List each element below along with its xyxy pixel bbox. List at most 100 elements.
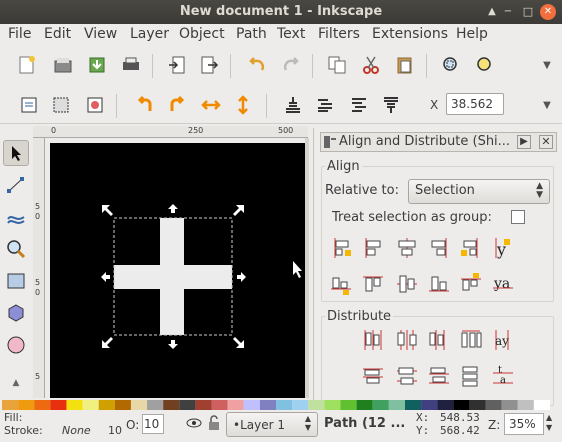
palette-swatch[interactable] <box>2 400 19 410</box>
3d-box-tool-icon[interactable] <box>3 300 29 326</box>
align-right-to-left-icon[interactable] <box>328 235 354 261</box>
distribute-top-edges-icon[interactable] <box>360 363 386 389</box>
toolbox-overflow-icon[interactable]: ▲ <box>3 370 29 396</box>
align-baseline-icon[interactable]: ya <box>490 271 516 297</box>
align-left-icon[interactable] <box>360 235 386 261</box>
palette-swatch[interactable] <box>501 400 518 410</box>
menu-filters[interactable]: Filters <box>318 26 360 42</box>
palette-swatch[interactable] <box>533 400 550 410</box>
menu-object[interactable]: Object <box>179 26 225 42</box>
palette-swatch[interactable] <box>469 400 486 410</box>
zoom-field[interactable]: 35% <box>504 413 544 435</box>
export-icon[interactable] <box>196 52 222 78</box>
distribute-baselines-h-icon[interactable]: ay <box>490 327 516 353</box>
panel-dock-icon[interactable] <box>323 135 337 153</box>
treat-group-checkbox[interactable] <box>511 210 525 224</box>
zoom-tool-icon[interactable] <box>3 236 29 262</box>
close-window-icon[interactable]: ✕ <box>540 4 556 20</box>
raise-icon[interactable] <box>312 92 338 118</box>
plus-shape[interactable] <box>114 218 232 335</box>
palette-swatch[interactable] <box>276 400 293 410</box>
distribute-baselines-v-icon[interactable]: ta <box>490 363 516 389</box>
palette-swatch[interactable] <box>485 400 502 410</box>
palette-swatch[interactable] <box>388 400 405 410</box>
palette-swatch[interactable] <box>437 400 454 410</box>
palette-swatch[interactable] <box>356 400 373 410</box>
menu-view[interactable]: View <box>84 26 117 42</box>
menu-layer[interactable]: Layer <box>130 26 169 42</box>
menu-text[interactable]: Text <box>277 26 305 42</box>
palette-swatch[interactable] <box>421 400 438 410</box>
distribute-right-edges-icon[interactable] <box>426 327 452 353</box>
palette-swatch[interactable] <box>163 400 180 410</box>
undo-icon[interactable] <box>244 52 270 78</box>
palette-swatch[interactable] <box>340 400 357 410</box>
invert-selection-icon[interactable] <box>82 92 108 118</box>
zoom-spinner-icon[interactable]: ▲ ▼ <box>546 413 552 433</box>
select-all-layers-icon[interactable] <box>48 92 74 118</box>
palette-swatch[interactable] <box>98 400 115 410</box>
open-icon[interactable] <box>50 52 76 78</box>
palette-swatch[interactable] <box>195 400 212 410</box>
cut-icon[interactable] <box>358 52 384 78</box>
palette-swatch[interactable] <box>324 400 341 410</box>
panel-close-icon[interactable]: ✕ <box>539 135 553 149</box>
x-coordinate-field[interactable]: 38.562 <box>446 93 504 115</box>
distribute-centers-v-icon[interactable] <box>394 363 420 389</box>
flip-horizontal-icon[interactable] <box>198 92 224 118</box>
palette-swatch[interactable] <box>50 400 67 410</box>
palette-swatch[interactable] <box>372 400 389 410</box>
menu-extensions[interactable]: Extensions <box>372 26 448 42</box>
align-bottom-icon[interactable] <box>426 271 452 297</box>
palette-swatch[interactable] <box>227 400 244 410</box>
lower-icon[interactable] <box>346 92 372 118</box>
distribute-gaps-h-icon[interactable] <box>458 327 484 353</box>
palette-swatch[interactable] <box>453 400 470 410</box>
relative-to-dropdown[interactable]: Selection ▲ ▼ <box>408 179 550 204</box>
palette-swatch[interactable] <box>517 400 534 410</box>
palette-swatch[interactable] <box>66 400 83 410</box>
copy-icon[interactable] <box>324 52 350 78</box>
tweak-tool-icon[interactable] <box>3 204 29 230</box>
save-icon[interactable] <box>84 52 110 78</box>
canvas-scrollbar[interactable] <box>305 138 309 398</box>
zoom-selection-icon[interactable] <box>438 52 464 78</box>
align-top-icon[interactable] <box>360 271 386 297</box>
distribute-gaps-v-icon[interactable] <box>458 363 484 389</box>
align-text-anchor-icon[interactable]: y <box>490 235 516 261</box>
palette-swatch[interactable] <box>259 400 276 410</box>
lock-icon[interactable] <box>208 415 220 434</box>
color-palette[interactable] <box>0 400 562 410</box>
toolbar-overflow-icon[interactable]: ▼ <box>534 52 560 78</box>
align-center-vertical-icon[interactable] <box>394 235 420 261</box>
raise-to-top-icon[interactable] <box>378 92 404 118</box>
palette-swatch[interactable] <box>130 400 148 410</box>
panel-collapse-icon[interactable]: ▶ <box>517 135 531 149</box>
rotate-ccw-icon[interactable] <box>132 92 158 118</box>
ellipse-tool-icon[interactable] <box>3 332 29 358</box>
palette-swatch[interactable] <box>308 400 325 410</box>
align-right-icon[interactable] <box>426 235 452 261</box>
flip-vertical-icon[interactable] <box>230 92 256 118</box>
layer-dropdown[interactable]: •Layer 1 ▲ ▼ <box>226 412 318 437</box>
distribute-left-edges-icon[interactable] <box>360 327 386 353</box>
selector-tool-icon[interactable] <box>3 140 29 166</box>
align-bottom-to-top-icon[interactable] <box>328 271 354 297</box>
palette-swatch[interactable] <box>34 400 51 410</box>
controls-overflow-icon[interactable]: ▼ <box>534 92 560 118</box>
node-tool-icon[interactable] <box>3 172 29 198</box>
select-all-icon[interactable] <box>16 92 42 118</box>
palette-swatch[interactable] <box>292 400 309 410</box>
distribute-centers-h-icon[interactable] <box>394 327 420 353</box>
align-center-horizontal-icon[interactable] <box>394 271 420 297</box>
menu-file[interactable]: File <box>8 26 31 42</box>
redo-icon[interactable] <box>278 52 304 78</box>
palette-swatch[interactable] <box>211 400 228 410</box>
rotate-cw-icon[interactable] <box>164 92 190 118</box>
minimize-icon[interactable]: − <box>500 4 516 20</box>
menu-edit[interactable]: Edit <box>44 26 71 42</box>
eye-visibility-icon[interactable] <box>186 416 202 433</box>
new-document-icon[interactable] <box>14 52 40 78</box>
opacity-field[interactable]: 10 <box>142 414 164 434</box>
palette-swatch[interactable] <box>179 400 196 410</box>
